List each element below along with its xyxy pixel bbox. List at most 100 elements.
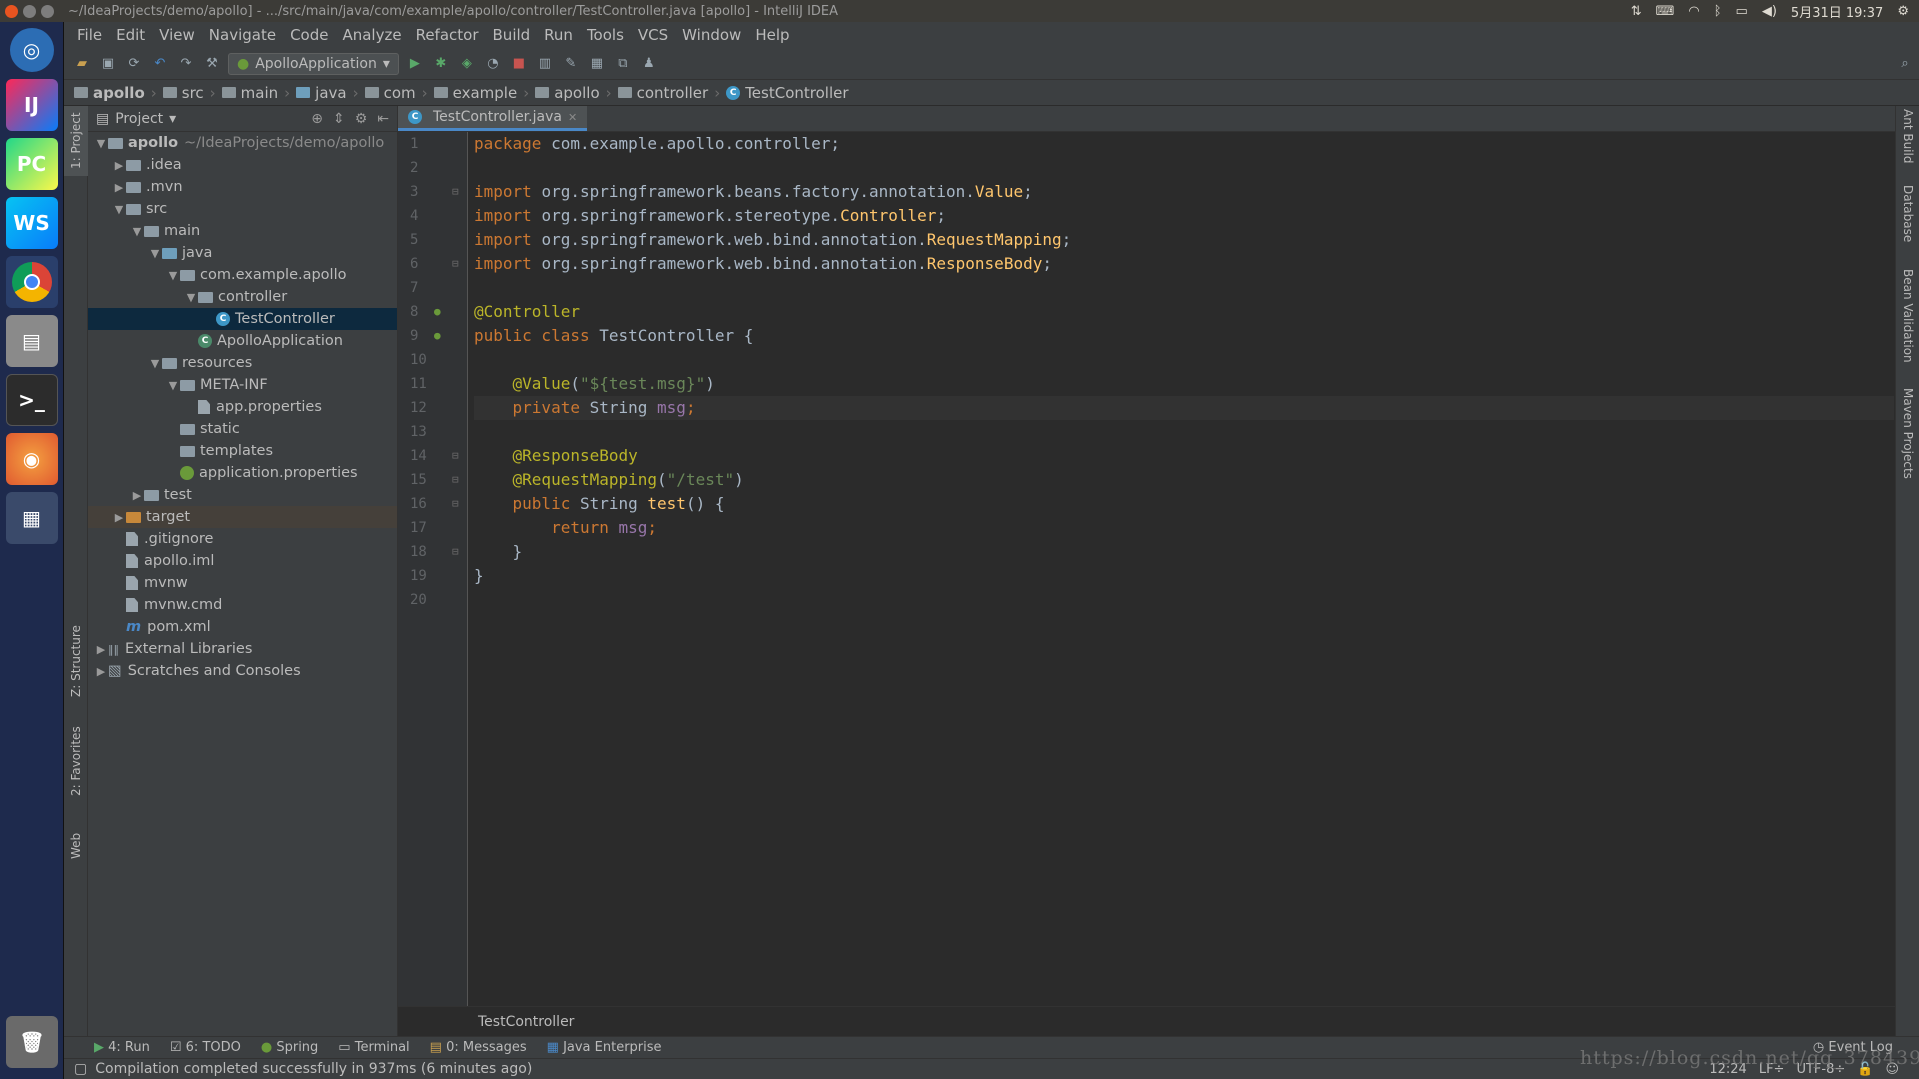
files-icon[interactable]: ▤ (5, 315, 58, 367)
tab-ant-build[interactable]: Ant Build (1896, 106, 1919, 166)
gear-icon[interactable]: ⚙ (355, 111, 368, 127)
fold-icon[interactable]: ⊟ (452, 252, 459, 276)
close-icon[interactable]: ✕ (568, 111, 577, 124)
chrome-icon[interactable] (5, 256, 58, 308)
breadcrumb-com[interactable]: com › (364, 84, 428, 102)
code-line[interactable]: import org.springframework.stereotype.Co… (474, 204, 1894, 228)
undo-icon[interactable]: ↶ (150, 54, 170, 74)
sdk-icon[interactable]: ▦ (587, 54, 607, 74)
fold-icon[interactable]: ⊟ (452, 444, 459, 468)
run-icon[interactable]: ▶ (405, 54, 425, 74)
editor-breadcrumb[interactable]: TestController (398, 1006, 1895, 1036)
code-line[interactable]: @Controller (474, 300, 1894, 324)
chevron-right-icon[interactable]: ▶ (94, 643, 108, 656)
wifi-icon[interactable]: ◠ (1688, 4, 1699, 19)
menu-edit[interactable]: Edit (109, 26, 152, 44)
fold-icon[interactable]: ⊟ (452, 180, 459, 204)
fold-icon[interactable]: ⊟ (452, 492, 459, 516)
debug-icon[interactable]: ✱ (431, 54, 451, 74)
gear-icon[interactable]: ⚙ (1897, 4, 1909, 19)
status-toggle-icon[interactable]: ▢ (74, 1061, 87, 1077)
minimize-window-button[interactable] (23, 4, 36, 18)
breadcrumb-example[interactable]: example › (433, 84, 529, 102)
spring-bean-gutter-icon[interactable]: ● (434, 324, 441, 348)
tree-item[interactable]: C ApolloApplication (88, 330, 397, 352)
build-icon[interactable]: ⚒ (202, 54, 222, 74)
menu-analyze[interactable]: Analyze (335, 26, 408, 44)
tab-testcontroller-java[interactable]: C TestController.java ✕ (398, 106, 588, 131)
breadcrumb-testcontroller[interactable]: C TestController (726, 84, 849, 102)
menu-navigate[interactable]: Navigate (202, 26, 283, 44)
sync-icon[interactable]: ⟳ (124, 54, 144, 74)
menu-code[interactable]: Code (283, 26, 335, 44)
terminal-tool-button[interactable]: ▭ Terminal (338, 1040, 409, 1055)
tab-structure[interactable]: Z: Structure (64, 616, 88, 706)
tree-item[interactable]: ▼ resources (88, 352, 397, 374)
ubuntu-dash-icon[interactable]: ◎ (9, 28, 54, 72)
code-line[interactable] (474, 156, 1894, 180)
chevron-down-icon[interactable]: ▼ (184, 291, 198, 304)
code-line[interactable]: @RequestMapping("/test") (474, 468, 1894, 492)
tree-item[interactable]: ▼ apollo ~/IdeaProjects/demo/apollo (88, 132, 397, 154)
chevron-right-icon[interactable]: ▶ (130, 489, 144, 502)
code-line[interactable]: } (474, 564, 1894, 588)
tree-item[interactable]: ▼ src (88, 198, 397, 220)
tree-item[interactable]: ▼ controller (88, 286, 397, 308)
redo-icon[interactable]: ↷ (176, 54, 196, 74)
code-line[interactable] (474, 348, 1894, 372)
tree-item[interactable]: ▼ main (88, 220, 397, 242)
tree-item[interactable]: ▼ java (88, 242, 397, 264)
code-line[interactable] (474, 588, 1894, 612)
pycharm-icon[interactable]: PC (5, 138, 58, 190)
menu-window[interactable]: Window (675, 26, 748, 44)
close-window-button[interactable] (5, 4, 18, 18)
open-folder-icon[interactable]: ▰ (72, 54, 92, 74)
spring-tool-button[interactable]: ● Spring (261, 1040, 318, 1055)
breadcrumb-java[interactable]: java › (296, 84, 359, 102)
menu-build[interactable]: Build (486, 26, 538, 44)
chevron-down-icon[interactable]: ▼ (130, 225, 144, 238)
tree-item[interactable]: C TestController (88, 308, 397, 330)
stop-icon[interactable]: ■ (509, 54, 529, 74)
chevron-right-icon[interactable]: ▶ (112, 181, 126, 194)
chevron-right-icon[interactable]: ▶ (112, 511, 126, 524)
breadcrumb-apollo[interactable]: apollo › (74, 84, 157, 102)
terminal-icon[interactable]: >_ (5, 374, 58, 426)
tab-web[interactable]: Web (64, 821, 88, 871)
project-structure-icon[interactable]: ▥ (535, 54, 555, 74)
trash-icon[interactable]: 🗑 (6, 1016, 58, 1068)
tree-item[interactable]: apollo.iml (88, 550, 397, 572)
scroll-from-source-icon[interactable]: ⊕ (311, 111, 323, 127)
chevron-down-icon[interactable]: ▾ (169, 111, 176, 127)
tree-item[interactable]: ▶ target (88, 506, 397, 528)
menu-help[interactable]: Help (748, 26, 796, 44)
tree-item[interactable]: ▶ .mvn (88, 176, 397, 198)
fold-icon[interactable]: ⊟ (452, 540, 459, 564)
code-line[interactable]: public String test() { (474, 492, 1894, 516)
java-enterprise-tool-button[interactable]: ▦ Java Enterprise (547, 1040, 662, 1055)
tree-item[interactable]: ▼ com.example.apollo (88, 264, 397, 286)
app-icon[interactable]: ◉ (5, 433, 58, 485)
breadcrumb-src[interactable]: src › (162, 84, 216, 102)
chevron-right-icon[interactable]: ▶ (112, 159, 126, 172)
menu-vcs[interactable]: VCS (631, 26, 675, 44)
battery-icon[interactable]: ▭ (1736, 4, 1748, 19)
tree-item[interactable]: .gitignore (88, 528, 397, 550)
code-line[interactable]: @ResponseBody (474, 444, 1894, 468)
chevron-down-icon[interactable]: ▼ (166, 269, 180, 282)
chevron-down-icon[interactable]: ▼ (148, 357, 162, 370)
run-configuration-select[interactable]: ● ApolloApplication ▾ (228, 52, 399, 75)
tree-item[interactable]: m pom.xml (88, 616, 397, 638)
code-line[interactable] (474, 276, 1894, 300)
todo-tool-button[interactable]: ☑ 6: TODO (170, 1040, 241, 1055)
run-tool-button[interactable]: ▶ 4: Run (94, 1040, 150, 1055)
tree-item[interactable]: ▶ ‖‖ External Libraries (88, 638, 397, 660)
tree-item[interactable]: ▶ .idea (88, 154, 397, 176)
coverage-icon[interactable]: ◈ (457, 54, 477, 74)
breadcrumb-main[interactable]: main › (221, 84, 290, 102)
collapse-all-icon[interactable]: ⇕ (333, 111, 345, 127)
code-line[interactable]: import org.springframework.beans.factory… (474, 180, 1894, 204)
tree-item[interactable]: ▶ ▧ Scratches and Consoles (88, 660, 397, 682)
workspace-switcher-icon[interactable]: ▦ (5, 492, 58, 544)
tree-item[interactable]: ▶ test (88, 484, 397, 506)
